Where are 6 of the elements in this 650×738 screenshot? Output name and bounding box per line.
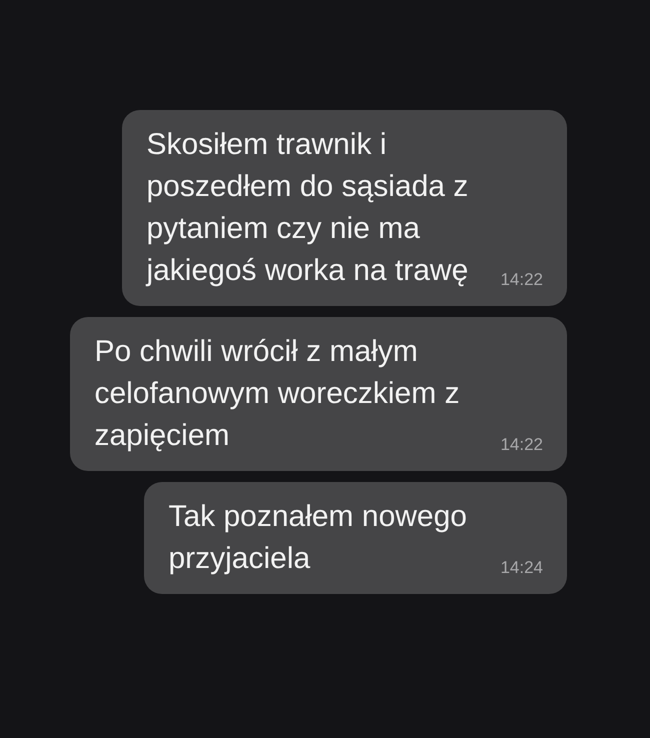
message-text: Skosiłem trawnik i poszedłem do sąsiada z pytaniem czy nie ma jakiegoś worka na trawę — [146, 127, 470, 289]
message-time: 14:22 — [500, 435, 543, 455]
message-text: Po chwili wrócił z małym celofanowym woreczkiem z zapięciem — [94, 334, 461, 454]
message-time: 14:24 — [500, 558, 543, 578]
message-text: Tak poznałem nowego przyjaciela — [168, 499, 468, 577]
message-time: 14:22 — [500, 270, 543, 290]
